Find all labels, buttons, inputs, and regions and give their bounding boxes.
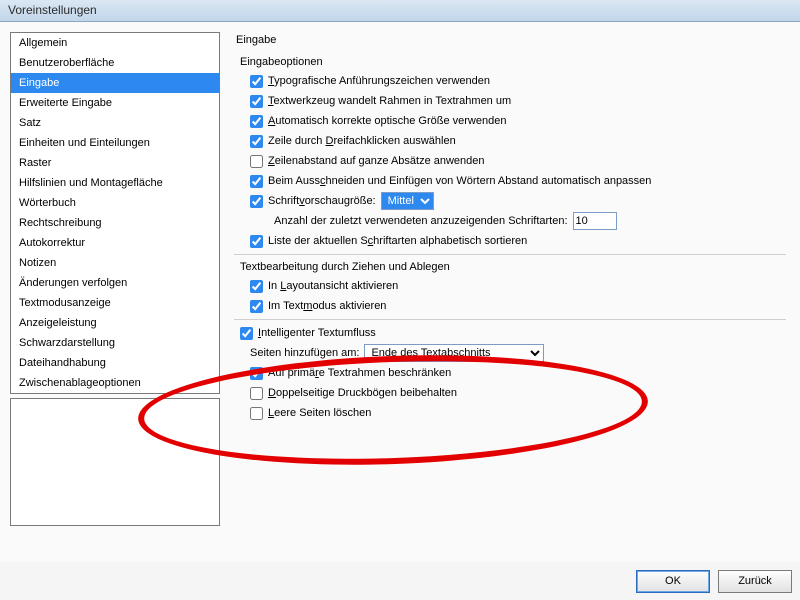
opt-cut-paste-spacing[interactable]: Beim Ausschneiden und Einfügen von Wörte… <box>250 172 786 190</box>
page-heading: Eingabe <box>236 34 786 46</box>
titlebar: Voreinstellungen <box>0 0 800 22</box>
button-bar: OK Zurück <box>0 562 800 600</box>
ok-button[interactable]: OK <box>636 570 710 593</box>
nav-list: AllgemeinBenutzeroberflächeEingabeErweit… <box>10 32 220 394</box>
opt-delete-empty[interactable]: Leere Seiten löschen <box>250 404 786 422</box>
group-input-options: Eingabeoptionen <box>240 56 786 68</box>
dialog-body: AllgemeinBenutzeroberflächeEingabeErweit… <box>0 22 800 562</box>
checkbox[interactable] <box>250 175 263 188</box>
recent-fonts-input[interactable] <box>573 212 617 230</box>
nav-item-textmodusanzeige[interactable]: Textmodusanzeige <box>11 293 219 313</box>
add-pages-label: Seiten hinzufügen am: <box>250 344 359 362</box>
separator <box>234 254 786 255</box>
nav-item-dateihandhabung[interactable]: Dateihandhabung <box>11 353 219 373</box>
nav-item-rechtschreibung[interactable]: Rechtschreibung <box>11 213 219 233</box>
nav-item-erweiterte-eingabe[interactable]: Erweiterte Eingabe <box>11 93 219 113</box>
opt-sort-fonts[interactable]: Liste der aktuellen Schriftarten alphabe… <box>250 232 786 250</box>
empty-panel <box>10 398 220 526</box>
nav-item-eingabe[interactable]: Eingabe <box>11 73 219 93</box>
checkbox[interactable] <box>250 95 263 108</box>
nav-item-zwischenablageoptionen[interactable]: Zwischenablageoptionen <box>11 373 219 393</box>
checkbox[interactable] <box>250 367 263 380</box>
opt-limit-primary[interactable]: Auf primäre Textrahmen beschränken <box>250 364 786 382</box>
checkbox[interactable] <box>250 280 263 293</box>
checkbox[interactable] <box>250 387 263 400</box>
nav-item-einheiten-und-einteilungen[interactable]: Einheiten und Einteilungen <box>11 133 219 153</box>
opt-typographic-quotes[interactable]: Typografische Anführungszeichen verwende… <box>250 72 786 90</box>
checkbox[interactable] <box>250 407 263 420</box>
nav-item-raster[interactable]: Raster <box>11 153 219 173</box>
opt-triple-click[interactable]: Zeile durch Dreifachklicken auswählen <box>250 132 786 150</box>
add-pages-row: Seiten hinzufügen am: Ende des Textabsch… <box>250 344 786 362</box>
nav-item-autokorrektur[interactable]: Autokorrektur <box>11 233 219 253</box>
opt-text-tool-frame[interactable]: Textwerkzeug wandelt Rahmen in Textrahme… <box>250 92 786 110</box>
separator <box>234 319 786 320</box>
group-drag-drop: Textbearbeitung durch Ziehen und Ablegen <box>240 261 786 273</box>
font-preview-select[interactable]: Mittel <box>381 192 434 210</box>
nav-item-satz[interactable]: Satz <box>11 113 219 133</box>
opt-leading-paragraph[interactable]: Zeilenabstand auf ganze Absätze anwenden <box>250 152 786 170</box>
checkbox[interactable] <box>250 75 263 88</box>
content-panel: Eingabe Eingabeoptionen Typografische An… <box>230 32 790 552</box>
checkbox[interactable] <box>250 115 263 128</box>
add-pages-select[interactable]: Ende des Textabschnitts <box>364 344 544 362</box>
nav-item-w-rterbuch[interactable]: Wörterbuch <box>11 193 219 213</box>
window-title: Voreinstellungen <box>8 3 97 17</box>
checkbox[interactable] <box>250 135 263 148</box>
nav-item-notizen[interactable]: Notizen <box>11 253 219 273</box>
checkbox[interactable] <box>250 195 263 208</box>
nav-item-anzeigeleistung[interactable]: Anzeigeleistung <box>11 313 219 333</box>
checkbox[interactable] <box>250 155 263 168</box>
opt-drag-layout[interactable]: In Layoutansicht aktivieren <box>250 277 786 295</box>
nav-item-schwarzdarstellung[interactable]: Schwarzdarstellung <box>11 333 219 353</box>
nav-item--nderungen-verfolgen[interactable]: Änderungen verfolgen <box>11 273 219 293</box>
nav-item-benutzeroberfl-che[interactable]: Benutzeroberfläche <box>11 53 219 73</box>
nav-item-hilfslinien-und-montagefl-che[interactable]: Hilfslinien und Montagefläche <box>11 173 219 193</box>
checkbox[interactable] <box>240 327 253 340</box>
opt-keep-spreads[interactable]: Doppelseitige Druckbögen beibehalten <box>250 384 786 402</box>
checkbox[interactable] <box>250 235 263 248</box>
nav-item-allgemein[interactable]: Allgemein <box>11 33 219 53</box>
recent-fonts-label: Anzahl der zuletzt verwendeten anzuzeige… <box>274 212 568 230</box>
opt-drag-story[interactable]: Im Textmodus aktivieren <box>250 297 786 315</box>
sidebar: AllgemeinBenutzeroberflächeEingabeErweit… <box>10 32 220 552</box>
back-button[interactable]: Zurück <box>718 570 792 593</box>
checkbox[interactable] <box>250 300 263 313</box>
opt-auto-optical-size[interactable]: Automatisch korrekte optische Größe verw… <box>250 112 786 130</box>
recent-fonts-row: Anzahl der zuletzt verwendeten anzuzeige… <box>274 212 786 230</box>
opt-font-preview-size[interactable]: Schriftvorschaugröße: Mittel <box>250 192 786 210</box>
opt-smart-reflow[interactable]: Intelligenter Textumfluss <box>240 324 786 342</box>
